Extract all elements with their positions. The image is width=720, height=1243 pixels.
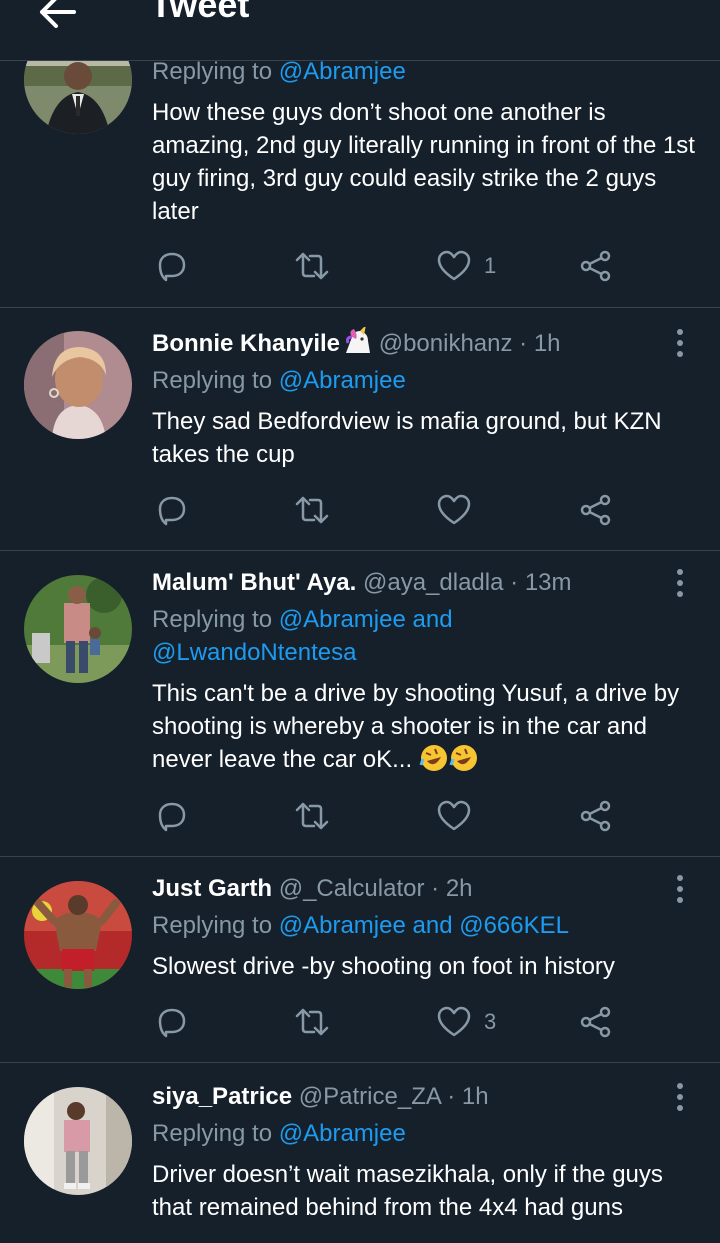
share-button[interactable] [578,244,614,288]
reply-button[interactable] [154,1000,190,1044]
share-icon [580,1006,611,1038]
avatar[interactable] [24,331,132,439]
reply-button[interactable] [154,794,190,838]
more-vertical-icon[interactable] [672,873,688,905]
replying-to: Replying to @Abramjee [152,1117,700,1150]
timestamp[interactable]: 1h [462,1083,489,1110]
replying-to-label: Replying to [152,367,273,394]
retweet-button[interactable] [294,794,330,838]
separator-dot: · [431,875,440,902]
rofl-emoji-icon [419,745,447,771]
separator-dot: · [447,1083,456,1110]
separator-dot: · [510,569,519,596]
replying-to-label: Replying to [152,912,273,939]
tweet-text: This can't be a drive by shooting Yusuf,… [152,677,700,776]
retweet-button[interactable] [294,1000,330,1044]
display-name[interactable]: siya_Patrice [152,1083,292,1110]
replying-to-label: Replying to [152,58,273,85]
more-vertical-icon[interactable] [672,1081,688,1113]
unicorn-emoji-icon [346,327,371,353]
retweet-button[interactable] [294,244,330,288]
share-button[interactable] [578,794,614,838]
display-name[interactable]: Bonnie Khanyile [152,330,340,357]
reply-icon [158,496,186,526]
tweet-text: Driver doesn’t wait masezikhala, only if… [152,1161,663,1221]
mention-link[interactable]: @Abramjee [279,58,406,85]
tweet-text: They sad Bedfordview is mafia ground, bu… [152,408,662,468]
mention-link[interactable]: @LwandoNtentesa [152,639,357,666]
like-count: 1 [484,253,497,278]
heart-icon [437,494,471,525]
timestamp[interactable]: 13m [525,569,572,596]
replying-to: Replying to @Abramjee and @LwandoNtentes… [152,603,700,669]
display-name[interactable]: Malum' Bhut' Aya. [152,569,356,596]
like-button[interactable]: 1 [436,244,496,288]
tweet-text: Slowest drive -by shooting on foot in hi… [152,953,615,980]
reply-icon [158,1008,186,1038]
share-icon [580,250,611,282]
tweet-actions: 1 [152,244,632,288]
heart-icon [437,800,471,831]
replying-to-label: Replying to [152,1120,273,1147]
mention-link[interactable]: @Abramjee [279,367,406,394]
tweet-actions [152,794,632,838]
tweet-text-content: This can't be a drive by shooting Yusuf,… [152,680,680,773]
mention-link[interactable]: @Abramjee and @666KEL [279,912,569,939]
tweet-actions [152,488,632,532]
heart-icon [437,250,471,281]
replying-to: Replying to @Abramjee and @666KEL [152,909,700,942]
page-title: Tweet [150,0,250,25]
display-name[interactable]: Just Garth [152,875,272,902]
separator-dot: · [519,330,528,357]
tweet-header: Just Garth @_Calculator · 2h [152,873,700,905]
tweet-header: Malum' Bhut' Aya. @aya_dladla · 13m [152,567,700,599]
user-handle[interactable]: @Patrice_ZA [299,1083,441,1110]
avatar[interactable] [24,1087,132,1195]
tweet-item[interactable]: siya_Patrice @Patrice_ZA · 1h Replying t… [0,1062,720,1243]
avatar[interactable] [24,575,132,683]
tweet-header: Bonnie Khanyile @bonikhanz · 1h [152,327,700,360]
replying-to: Replying to @Abramjee [152,364,700,397]
like-count: 3 [484,1009,497,1034]
reply-icon [158,802,186,832]
top-bar: Tweet [0,0,720,61]
user-handle[interactable]: @aya_dladla [363,569,503,596]
retweet-icon [295,252,329,280]
reply-button[interactable] [154,488,190,532]
share-button[interactable] [578,1000,614,1044]
timestamp[interactable]: 1h [534,330,561,357]
retweet-icon [295,496,329,524]
mention-link[interactable]: @Abramjee [279,1120,406,1147]
retweet-icon [295,802,329,830]
retweet-icon [295,1008,329,1036]
tweet-item[interactable]: Malum' Bhut' Aya. @aya_dladla · 13m Repl… [0,550,720,857]
mention-link[interactable]: @Abramjee and [279,606,453,633]
tweet-item[interactable]: Bonnie Khanyile @bonikhanz · 1h Replying… [0,307,720,551]
like-button[interactable]: 3 [436,1000,496,1044]
reply-button[interactable] [154,244,190,288]
user-handle[interactable]: @_Calculator [279,875,425,902]
reply-icon [158,252,186,282]
tweet-item[interactable]: Just Garth @_Calculator · 2h Replying to… [0,856,720,1063]
tweet-actions: 3 [152,1000,632,1044]
share-icon [580,494,611,526]
like-button[interactable] [436,794,484,838]
replying-to-label: Replying to [152,606,273,633]
tweet-header: siya_Patrice @Patrice_ZA · 1h [152,1081,700,1113]
timestamp[interactable]: 2h [446,875,473,902]
more-vertical-icon[interactable] [672,567,688,599]
user-handle[interactable]: @bonikhanz [379,330,513,357]
rofl-emoji-icon [449,745,477,771]
avatar[interactable] [24,881,132,989]
retweet-button[interactable] [294,488,330,532]
heart-icon [437,1006,471,1037]
arrow-left-icon[interactable] [34,0,78,32]
share-icon [580,800,611,832]
like-button[interactable] [436,488,484,532]
share-button[interactable] [578,488,614,532]
more-vertical-icon[interactable] [672,327,688,359]
tweet-text: How these guys don’t shoot one another i… [152,99,695,225]
